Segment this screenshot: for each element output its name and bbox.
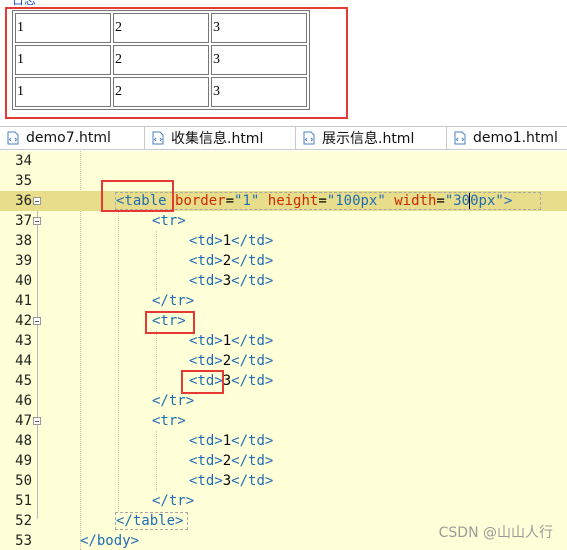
table-cell: 2: [113, 13, 209, 43]
code-text: </tr>: [152, 293, 195, 309]
line-number: 44: [15, 353, 32, 369]
code-text: <td>3</td>: [189, 373, 274, 389]
code-text: </body>: [80, 533, 140, 549]
table-cell: 2: [113, 77, 209, 107]
code-text: <td>2</td>: [189, 353, 274, 369]
code-line: 51 </tr>: [0, 491, 567, 511]
fold-toggle-icon[interactable]: [33, 197, 41, 205]
rendered-table: 1 2 3 1 2 3 1 2 3: [12, 10, 310, 110]
code-line: 41 </tr>: [0, 291, 567, 311]
code-text: </tr>: [152, 393, 195, 409]
line-number: 52: [15, 513, 32, 529]
table-row: 1 2 3: [15, 45, 307, 75]
line-number: 51: [15, 493, 32, 509]
html-file-icon: [454, 131, 466, 145]
tab-label: 收集信息.html: [171, 131, 264, 147]
line-number: 49: [15, 453, 32, 469]
code-editor[interactable]: 34 35 36 <table border="1" height="100px…: [0, 151, 567, 550]
editor-tab-bar: demo7.html 收集信息.html 展示信息.html demo1.htm…: [0, 126, 567, 150]
line-number: 43: [15, 333, 32, 349]
line-number: 47: [15, 413, 32, 429]
code-text: </tr>: [152, 493, 195, 509]
code-text: <td>3</td>: [189, 473, 274, 489]
table-cell: 3: [211, 13, 307, 43]
code-text: <td>3</td>: [189, 273, 274, 289]
code-text: <td>1</td>: [189, 233, 274, 249]
code-line: 43 <td>1</td>: [0, 331, 567, 351]
table-row: 1 2 3: [15, 77, 307, 107]
text-caret: [469, 193, 470, 209]
line-number: 40: [15, 273, 32, 289]
line-number: 39: [15, 253, 32, 269]
code-text: <td>1</td>: [189, 333, 274, 349]
line-number: 36: [15, 193, 32, 209]
line-number: 42: [15, 313, 32, 329]
code-line: 50 <td>3</td>: [0, 471, 567, 491]
line-number: 35: [15, 173, 32, 189]
table-cell: 2: [113, 45, 209, 75]
code-text: <tr>: [152, 413, 186, 429]
line-number: 53: [15, 533, 32, 549]
table-cell: 3: [211, 45, 307, 75]
html-file-icon: [303, 131, 315, 145]
table-cell: 1: [15, 77, 111, 107]
tab-label: 展示信息.html: [322, 131, 415, 147]
table-cell: 1: [15, 13, 111, 43]
preview-label: 日志: [12, 0, 37, 7]
html-file-icon: [152, 131, 164, 145]
code-line: 45 <td>3</td>: [0, 371, 567, 391]
code-text: <td>2</td>: [189, 453, 274, 469]
code-line: 42 <tr>: [0, 311, 567, 331]
line-number: 45: [15, 373, 32, 389]
code-line: 38 <td>1</td>: [0, 231, 567, 251]
table-cell: 1: [15, 45, 111, 75]
code-line: 48 <td>1</td>: [0, 431, 567, 451]
code-line-current: 36 <table border="1" height="100px" widt…: [0, 191, 567, 211]
line-number: 37: [15, 213, 32, 229]
table-cell: 3: [211, 77, 307, 107]
tab-collect-info[interactable]: 收集信息.html: [145, 127, 296, 149]
line-number: 50: [15, 473, 32, 489]
watermark: CSDN @山山人行: [438, 525, 553, 541]
table-row: 1 2 3: [15, 13, 307, 43]
code-text: <td>2</td>: [189, 253, 274, 269]
code-text: <tr>: [152, 213, 186, 229]
code-line: 39 <td>2</td>: [0, 251, 567, 271]
tab-demo1[interactable]: demo1.html: [447, 127, 567, 149]
code-line: 34: [0, 151, 567, 171]
line-number: 41: [15, 293, 32, 309]
code-line: 46 </tr>: [0, 391, 567, 411]
code-text: <tr>: [152, 313, 186, 329]
line-number: 38: [15, 233, 32, 249]
code-text: <td>1</td>: [189, 433, 274, 449]
fold-toggle-icon[interactable]: [33, 417, 41, 425]
code-line: 40 <td>3</td>: [0, 271, 567, 291]
code-line: 47 <tr>: [0, 411, 567, 431]
line-number: 48: [15, 433, 32, 449]
tab-show-info[interactable]: 展示信息.html: [296, 127, 447, 149]
fold-toggle-icon[interactable]: [33, 317, 41, 325]
line-number: 34: [15, 153, 32, 169]
tab-label: demo7.html: [26, 130, 111, 146]
tab-demo7[interactable]: demo7.html: [0, 127, 145, 149]
code-line: 37 <tr>: [0, 211, 567, 231]
code-text: </table>: [116, 513, 184, 529]
fold-toggle-icon[interactable]: [33, 217, 41, 225]
code-text: <table border="1" height="100px" width="…: [116, 193, 513, 209]
line-number: 46: [15, 393, 32, 409]
browser-preview: 日志 1 2 3 1 2 3 1 2 3: [0, 0, 567, 126]
html-file-icon: [7, 131, 19, 145]
tab-label: demo1.html: [473, 130, 558, 146]
code-line: 35: [0, 171, 567, 191]
code-line: 49 <td>2</td>: [0, 451, 567, 471]
code-line: 44 <td>2</td>: [0, 351, 567, 371]
